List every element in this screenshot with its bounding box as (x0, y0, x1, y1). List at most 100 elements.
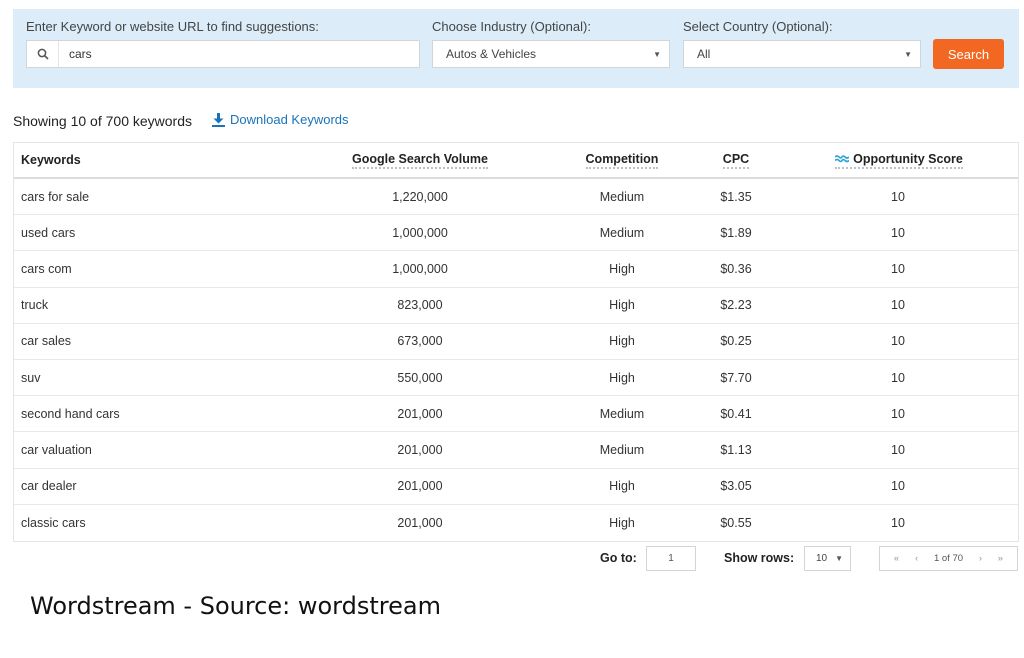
header-competition[interactable]: Competition (572, 143, 672, 177)
keyword-cell: car dealer (21, 479, 77, 494)
country-select[interactable]: All ▼ (683, 40, 921, 68)
table-row: second hand cars 201,000 Medium $0.41 10 (14, 396, 1018, 433)
header-keywords[interactable]: Keywords (21, 143, 81, 177)
download-icon (212, 112, 225, 127)
search-icon (27, 41, 59, 67)
download-label: Download Keywords (230, 112, 349, 127)
keyword-cell: car valuation (21, 442, 92, 457)
volume-cell: 201,000 (397, 442, 443, 457)
country-label: Select Country (Optional): (683, 19, 833, 34)
image-caption: Wordstream - Source: wordstream (30, 592, 441, 620)
chevron-down-icon: ▼ (904, 49, 912, 59)
industry-select[interactable]: Autos & Vehicles ▼ (432, 40, 670, 68)
volume-cell: 201,000 (397, 406, 443, 421)
wave-icon (835, 155, 850, 163)
header-opportunity[interactable]: Opportunity Score (829, 143, 969, 177)
table-header: Keywords Google Search Volume Competitio… (14, 143, 1018, 179)
pager: « ‹ 1 of 70 › » (879, 546, 1018, 571)
search-button[interactable]: Search (933, 39, 1004, 69)
header-volume[interactable]: Google Search Volume (341, 143, 499, 177)
competition-cell: High (609, 261, 635, 276)
cpc-cell: $3.05 (720, 479, 752, 494)
score-cell: 10 (891, 334, 905, 349)
show-rows-select[interactable]: 10 ▼ (804, 546, 851, 571)
industry-label: Choose Industry (Optional): (432, 19, 591, 34)
volume-cell: 823,000 (397, 298, 443, 313)
cpc-cell: $1.35 (720, 189, 752, 204)
cpc-cell: $1.13 (720, 442, 752, 457)
header-cpc[interactable]: CPC (704, 143, 768, 177)
competition-cell: Medium (599, 406, 645, 421)
table-row: cars for sale 1,220,000 Medium $1.35 10 (14, 179, 1018, 216)
volume-cell: 673,000 (397, 334, 443, 349)
volume-cell: 550,000 (397, 370, 443, 385)
keyword-label: Enter Keyword or website URL to find sug… (26, 19, 319, 34)
table-row: car sales 673,000 High $0.25 10 (14, 324, 1018, 360)
score-cell: 10 (891, 406, 905, 421)
competition-cell: High (609, 370, 635, 385)
chevron-down-icon: ▼ (835, 554, 843, 563)
country-value: All (697, 47, 711, 61)
first-page-button[interactable]: « (894, 553, 899, 564)
results-count: Showing 10 of 700 keywords (13, 113, 192, 129)
chevron-down-icon: ▼ (653, 49, 661, 59)
table-row: car valuation 201,000 Medium $1.13 10 (14, 432, 1018, 469)
last-page-button[interactable]: » (998, 553, 1003, 564)
rows-value: 10 (816, 553, 828, 564)
keyword-cell: cars com (21, 261, 72, 276)
volume-cell: 1,000,000 (392, 225, 448, 240)
volume-cell: 201,000 (397, 479, 443, 494)
score-cell: 10 (891, 442, 905, 457)
download-keywords-link[interactable]: Download Keywords (212, 112, 349, 127)
keyword-field[interactable] (26, 40, 420, 68)
volume-cell: 201,000 (397, 515, 443, 530)
competition-cell: Medium (599, 442, 645, 457)
keyword-cell: truck (21, 298, 49, 313)
prev-page-button[interactable]: ‹ (915, 553, 918, 564)
industry-value: Autos & Vehicles (446, 47, 537, 61)
cpc-cell: $0.36 (720, 261, 752, 276)
page-info: 1 of 70 (933, 553, 964, 564)
keyword-cell: classic cars (21, 515, 86, 530)
competition-cell: Medium (599, 225, 645, 240)
competition-cell: High (609, 334, 635, 349)
keyword-cell: car sales (21, 334, 72, 349)
table-row: truck 823,000 High $2.23 10 (14, 288, 1018, 324)
competition-cell: High (609, 479, 635, 494)
score-cell: 10 (891, 261, 905, 276)
show-rows-label: Show rows: (724, 551, 795, 565)
cpc-cell: $7.70 (720, 370, 752, 385)
keyword-input[interactable] (59, 41, 419, 67)
goto-input[interactable]: 1 (646, 546, 696, 571)
next-page-button[interactable]: › (979, 553, 982, 564)
table-row: used cars 1,000,000 Medium $1.89 10 (14, 215, 1018, 252)
score-cell: 10 (891, 298, 905, 313)
table-row: suv 550,000 High $7.70 10 (14, 360, 1018, 397)
volume-cell: 1,000,000 (392, 261, 448, 276)
keyword-cell: second hand cars (21, 406, 120, 421)
table-row: classic cars 201,000 High $0.55 10 (14, 505, 1018, 541)
goto-label: Go to: (600, 551, 637, 565)
volume-cell: 1,220,000 (392, 189, 448, 204)
score-cell: 10 (891, 189, 905, 204)
competition-cell: Medium (599, 189, 645, 204)
cpc-cell: $0.25 (720, 334, 752, 349)
table-row: cars com 1,000,000 High $0.36 10 (14, 251, 1018, 288)
cpc-cell: $0.55 (720, 515, 752, 530)
cpc-cell: $1.89 (720, 225, 752, 240)
score-cell: 10 (891, 225, 905, 240)
competition-cell: High (609, 515, 635, 530)
score-cell: 10 (891, 370, 905, 385)
score-cell: 10 (891, 479, 905, 494)
keyword-cell: used cars (21, 225, 76, 240)
search-panel: Enter Keyword or website URL to find sug… (13, 9, 1019, 88)
table-row: car dealer 201,000 High $3.05 10 (14, 469, 1018, 505)
keyword-cell: cars for sale (21, 189, 90, 204)
cpc-cell: $0.41 (720, 406, 752, 421)
score-cell: 10 (891, 515, 905, 530)
keyword-cell: suv (21, 370, 41, 385)
cpc-cell: $2.23 (720, 298, 752, 313)
competition-cell: High (609, 298, 635, 313)
keywords-table: Keywords Google Search Volume Competitio… (13, 142, 1019, 542)
table-body: cars for sale 1,220,000 Medium $1.35 10 … (14, 179, 1018, 541)
